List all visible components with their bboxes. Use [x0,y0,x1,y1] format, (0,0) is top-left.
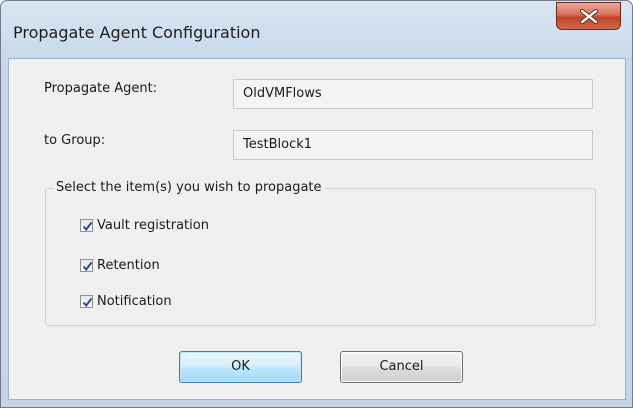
checkmark-icon [82,297,93,307]
checkmark-icon [82,261,93,271]
checkbox-box[interactable] [80,258,93,272]
title-bar[interactable]: Propagate Agent Configuration [1,1,632,57]
checkbox-box[interactable] [80,294,93,308]
checkbox-box[interactable] [80,218,93,232]
propagate-items-group: Select the item(s) you wish to propagate… [45,180,596,326]
ok-button[interactable]: OK [179,351,302,383]
dialog-window: Propagate Agent Configuration Propagate … [0,0,633,408]
close-button[interactable] [556,2,621,30]
dialog-title: Propagate Agent Configuration [13,23,261,42]
notification-checkbox[interactable]: Notification [80,292,172,310]
checkbox-label: Vault registration [97,217,209,233]
checkbox-label: Retention [97,257,160,273]
checkmark-icon [82,221,93,231]
close-icon [579,9,599,24]
to-group-field: TestBlock1 [233,130,593,160]
group-legend: Select the item(s) you wish to propagate [54,180,324,195]
retention-checkbox[interactable]: Retention [80,256,160,274]
checkbox-label: Notification [97,293,172,309]
propagate-agent-label: Propagate Agent: [44,81,158,96]
dialog-client-area: Propagate Agent: OldVMFlows to Group: Te… [8,58,626,400]
cancel-button[interactable]: Cancel [340,351,463,383]
vault-registration-checkbox[interactable]: Vault registration [80,216,209,234]
propagate-agent-field: OldVMFlows [233,79,593,109]
to-group-label: to Group: [44,133,106,148]
